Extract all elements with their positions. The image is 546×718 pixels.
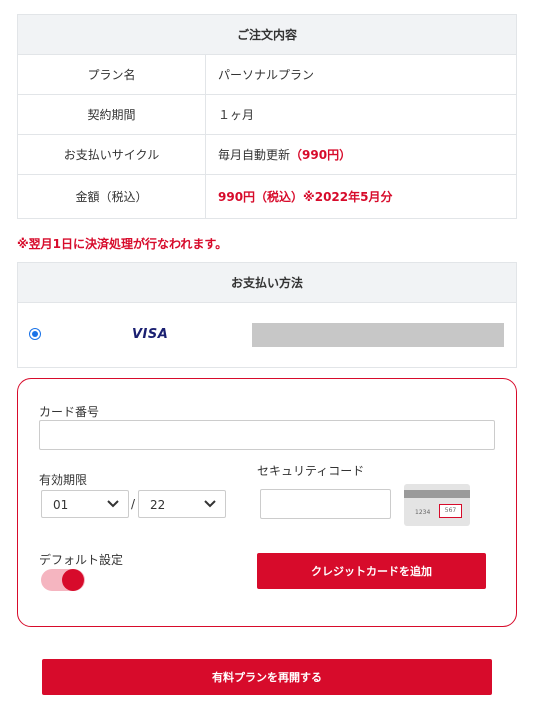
card-number-label: カード番号 <box>39 405 100 419</box>
amount-label: 金額（税込） <box>17 174 206 219</box>
chevron-down-icon <box>204 500 216 508</box>
cvv-hint-number: 1234 <box>415 509 431 516</box>
default-setting-toggle[interactable] <box>41 569 85 591</box>
expiry-month-select[interactable]: 01 <box>41 490 129 518</box>
toggle-knob <box>62 569 84 591</box>
cvv-hint-stripe <box>404 490 470 498</box>
add-card-form: カード番号 有効期限 01 / 22 セキュリティコード 1234 567 デフ… <box>17 378 517 627</box>
resume-paid-plan-button[interactable]: 有料プランを再開する <box>42 659 492 695</box>
expiry-year-value: 22 <box>150 498 166 512</box>
expiry-label: 有効期限 <box>39 473 88 487</box>
security-code-input[interactable] <box>260 489 391 519</box>
default-setting-label: デフォルト設定 <box>39 553 124 567</box>
table-row: お支払いサイクル 毎月自動更新（990円） <box>17 134 517 175</box>
plan-name-label: プラン名 <box>17 54 206 95</box>
billing-notice: ※翌月1日に決済処理が行なわれます。 <box>17 237 228 251</box>
contract-period-value: １ヶ月 <box>205 94 517 135</box>
visa-logo: VISA <box>132 327 169 342</box>
order-summary-header: ご注文内容 <box>17 14 517 55</box>
cvv-hint-icon: 1234 567 <box>404 484 470 526</box>
add-credit-card-button[interactable]: クレジットカードを追加 <box>257 553 486 589</box>
payment-method-box: お支払い方法 VISA <box>17 262 517 368</box>
saved-card-row[interactable]: VISA <box>18 303 516 367</box>
chevron-down-icon <box>107 500 119 508</box>
expiry-year-select[interactable]: 22 <box>138 490 226 518</box>
payment-cycle-value: 毎月自動更新（990円） <box>205 134 517 175</box>
payment-cycle-price: （990円） <box>290 148 352 162</box>
expiry-separator: / <box>131 497 136 511</box>
plan-name-value: パーソナルプラン <box>205 54 517 95</box>
payment-method-header: お支払い方法 <box>18 263 516 303</box>
card-number-input[interactable] <box>39 420 495 450</box>
order-summary-table: ご注文内容 プラン名 パーソナルプラン 契約期間 １ヶ月 お支払いサイクル 毎月… <box>17 14 517 219</box>
table-row: 契約期間 １ヶ月 <box>17 94 517 135</box>
masked-card-number <box>252 323 504 347</box>
security-code-label: セキュリティコード <box>257 464 365 478</box>
payment-cycle-text: 毎月自動更新 <box>218 148 291 162</box>
cvv-hint-code: 567 <box>439 504 462 518</box>
expiry-month-value: 01 <box>53 498 69 512</box>
table-row: 金額（税込） 990円（税込）※2022年5月分 <box>17 174 517 219</box>
contract-period-label: 契約期間 <box>17 94 206 135</box>
payment-cycle-label: お支払いサイクル <box>17 134 206 175</box>
amount-value: 990円（税込）※2022年5月分 <box>205 174 517 219</box>
table-row: プラン名 パーソナルプラン <box>17 54 517 95</box>
saved-card-radio[interactable] <box>29 328 41 340</box>
